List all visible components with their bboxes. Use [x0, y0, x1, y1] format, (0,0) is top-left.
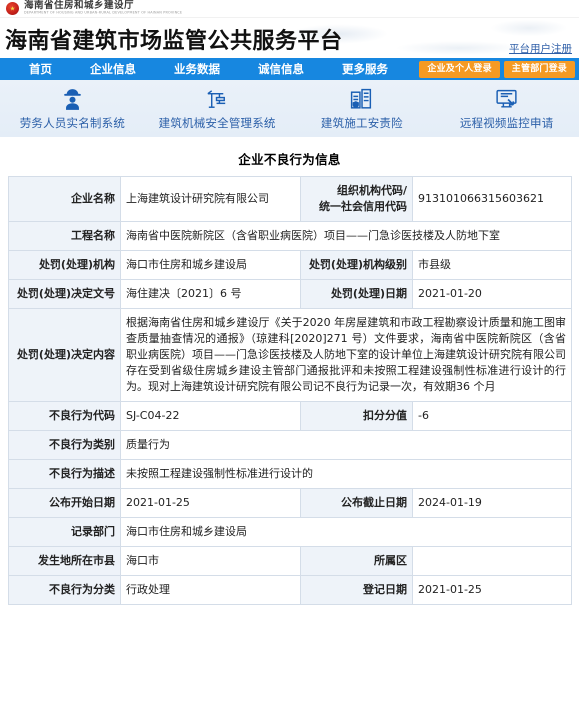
- tower-crane-icon: [204, 87, 231, 113]
- remote-video-monitor-icon: [494, 87, 519, 113]
- table-row-decision-content: 处罚(处理)决定内容 根据海南省住房和城乡建设厅《关于2020 年房屋建筑和市政…: [8, 308, 572, 402]
- government-agency-bar: 海南省住房和城乡建设厅 DEPARTMENT OF HOUSING AND UR…: [0, 0, 579, 18]
- value-org-code: 913101066315603621: [412, 176, 572, 222]
- service-label: 建筑施工安责险: [320, 115, 403, 130]
- value-record-department: 海口市住房和城乡建设局: [120, 517, 572, 547]
- value-city-county: 海口市: [120, 546, 301, 576]
- value-deduction-score: -6: [412, 401, 572, 431]
- value-publish-end-date: 2024-01-19: [412, 488, 572, 518]
- nav-item-home[interactable]: 首页: [10, 58, 71, 80]
- value-bad-behavior-class: 行政处理: [120, 575, 301, 605]
- national-emblem-icon: [6, 2, 19, 15]
- label-deduction-score: 扣分分值: [300, 401, 413, 431]
- label-bad-behavior-class: 不良行为分类: [8, 575, 121, 605]
- label-org-code-line1: 组织机构代码/: [336, 184, 407, 197]
- table-row-decision-doc: 处罚(处理)决定文号 海住建决〔2021〕6 号 处罚(处理)日期 2021-0…: [8, 279, 572, 309]
- agency-name-en: DEPARTMENT OF HOUSING AND URBAN-RURAL DE…: [24, 11, 183, 15]
- value-punish-date: 2021-01-20: [412, 279, 572, 309]
- value-bad-behavior-code: SJ-C04-22: [120, 401, 301, 431]
- page-title: 海南省建筑市场监管公共服务平台: [5, 29, 343, 54]
- label-punish-org-level: 处罚(处理)机构级别: [300, 250, 413, 280]
- agency-name-block: 海南省住房和城乡建设厅 DEPARTMENT OF HOUSING AND UR…: [24, 1, 182, 16]
- table-row-classification: 不良行为分类 行政处理 登记日期 2021-01-25: [8, 575, 572, 605]
- label-register-date: 登记日期: [300, 575, 413, 605]
- value-decision-content: 根据海南省住房和城乡建设厅《关于2020 年房屋建筑和市政工程勘察设计质量和施工…: [120, 308, 572, 402]
- table-row-company: 企业名称 上海建筑设计研究院有限公司 组织机构代码/ 统一社会信用代码 9131…: [8, 176, 572, 222]
- label-publish-end-date: 公布截止日期: [300, 488, 413, 518]
- label-punish-date: 处罚(处理)日期: [300, 279, 413, 309]
- nav-item-enterprise-info[interactable]: 企业信息: [71, 58, 155, 80]
- label-bad-behavior-desc: 不良行为描述: [8, 459, 121, 489]
- value-decision-doc: 海住建决〔2021〕6 号: [120, 279, 301, 309]
- value-bad-behavior-desc: 未按照工程建设强制性标准进行设计的: [120, 459, 572, 489]
- worker-helmet-icon: [60, 87, 85, 113]
- content-page-title: 企业不良行为信息: [238, 152, 341, 167]
- value-district: [412, 546, 572, 576]
- table-row-punish-org: 处罚(处理)机构 海口市住房和城乡建设局 处罚(处理)机构级别 市县级: [8, 250, 572, 280]
- service-label: 建筑机械安全管理系统: [158, 115, 276, 130]
- enterprise-personal-login-button[interactable]: 企业及个人登录: [419, 60, 500, 78]
- value-punish-org-level: 市县级: [412, 250, 572, 280]
- quick-service-strip: 劳务人员实名制系统 建筑机械安全管理系统 建筑施工安责险 远程视频监控申请: [0, 80, 579, 138]
- service-label: 远程视频监控申请: [459, 115, 554, 130]
- label-bad-behavior-code: 不良行为代码: [8, 401, 121, 431]
- label-decision-doc: 处罚(处理)决定文号: [8, 279, 121, 309]
- table-row-behavior-type: 不良行为类别 质量行为: [8, 430, 572, 460]
- table-row-publish-dates: 公布开始日期 2021-01-25 公布截止日期 2024-01-19: [8, 488, 572, 518]
- value-project-name: 海南省中医院新院区（含省职业病医院）项目——门急诊医技楼及人防地下室: [120, 221, 572, 251]
- table-row-project: 工程名称 海南省中医院新院区（含省职业病医院）项目——门急诊医技楼及人防地下室: [8, 221, 572, 251]
- value-register-date: 2021-01-25: [412, 575, 572, 605]
- label-bad-behavior-type: 不良行为类别: [8, 430, 121, 460]
- authority-department-login-button[interactable]: 主管部门登录: [503, 60, 575, 78]
- nav-item-credit-info[interactable]: 诚信信息: [239, 58, 323, 80]
- nav-item-more-services[interactable]: 更多服务: [323, 58, 407, 80]
- label-city-county: 发生地所在市县: [8, 546, 121, 576]
- building-shield-icon: [349, 87, 374, 113]
- label-record-department: 记录部门: [8, 517, 121, 547]
- agency-name-cn: 海南省住房和城乡建设厅: [24, 0, 135, 11]
- table-row-behavior-code: 不良行为代码 SJ-C04-22 扣分分值 -6: [8, 401, 572, 431]
- value-punish-org: 海口市住房和城乡建设局: [120, 250, 301, 280]
- table-row-location: 发生地所在市县 海口市 所属区: [8, 546, 572, 576]
- bad-behavior-table-wrapper: 企业名称 上海建筑设计研究院有限公司 组织机构代码/ 统一社会信用代码 9131…: [0, 176, 579, 605]
- service-remote-video-monitor[interactable]: 远程视频监控申请: [434, 87, 579, 131]
- main-navigation-bar: 首页 企业信息 业务数据 诚信信息 更多服务 企业及个人登录 主管部门登录: [0, 58, 579, 80]
- label-project-name: 工程名称: [8, 221, 121, 251]
- label-district: 所属区: [300, 546, 413, 576]
- nav-item-list: 首页 企业信息 业务数据 诚信信息 更多服务: [0, 58, 419, 80]
- label-org-code-line2: 统一社会信用代码: [319, 200, 407, 213]
- label-publish-start-date: 公布开始日期: [8, 488, 121, 518]
- label-company-name: 企业名称: [8, 176, 121, 222]
- service-machinery-safety-system[interactable]: 建筑机械安全管理系统: [145, 87, 290, 131]
- value-bad-behavior-type: 质量行为: [120, 430, 572, 460]
- login-button-group: 企业及个人登录 主管部门登录: [419, 58, 579, 80]
- value-publish-start-date: 2021-01-25: [120, 488, 301, 518]
- platform-title-band: 海南省建筑市场监管公共服务平台 平台用户注册: [0, 18, 579, 58]
- label-decision-content: 处罚(处理)决定内容: [8, 308, 121, 402]
- nav-item-business-data[interactable]: 业务数据: [155, 58, 239, 80]
- bad-behavior-info-table: 企业名称 上海建筑设计研究院有限公司 组织机构代码/ 统一社会信用代码 9131…: [8, 176, 572, 605]
- service-labor-realname-system[interactable]: 劳务人员实名制系统: [0, 87, 145, 131]
- table-row-behavior-desc: 不良行为描述 未按照工程建设强制性标准进行设计的: [8, 459, 572, 489]
- platform-user-register-link[interactable]: 平台用户注册: [509, 41, 572, 56]
- service-construction-safety-insurance[interactable]: 建筑施工安责险: [290, 87, 435, 131]
- label-punish-org: 处罚(处理)机构: [8, 250, 121, 280]
- label-org-code: 组织机构代码/ 统一社会信用代码: [300, 176, 413, 222]
- table-row-record-dept: 记录部门 海口市住房和城乡建设局: [8, 517, 572, 547]
- value-company-name: 上海建筑设计研究院有限公司: [120, 176, 301, 222]
- service-label: 劳务人员实名制系统: [19, 115, 126, 130]
